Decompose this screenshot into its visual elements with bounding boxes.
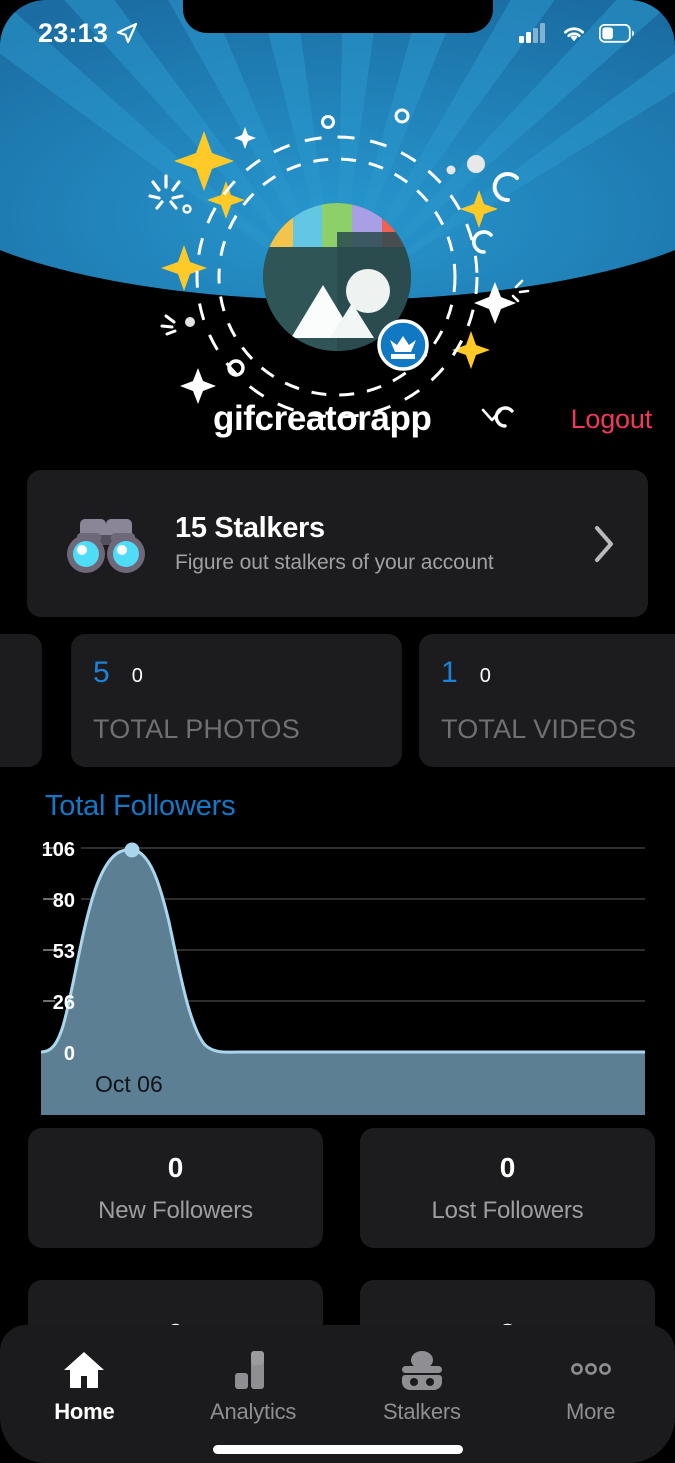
tab-more[interactable]: More (506, 1325, 675, 1463)
media-stats-carousel[interactable]: 5 0 TOTAL PHOTOS 1 0 TOTAL VIDEOS (0, 634, 675, 767)
tab-home[interactable]: Home (0, 1325, 169, 1463)
chart-ytick-3: 80 (53, 890, 75, 912)
tab-home-label: Home (54, 1399, 115, 1424)
media-stat-card-photos[interactable]: 5 0 TOTAL PHOTOS (71, 634, 402, 767)
chart-peak-marker (124, 842, 140, 858)
tab-analytics[interactable]: Analytics (169, 1325, 338, 1463)
spy-mask-icon (401, 1351, 442, 1390)
chart-xtick-0: Oct 06 (95, 1071, 163, 1097)
status-bar-time: 23:13 (38, 17, 109, 48)
wifi-icon (564, 27, 584, 42)
location-arrow-icon (116, 22, 138, 44)
account-header-row: gifcreatorapp Logout (0, 392, 675, 446)
device-notch (182, 0, 493, 33)
media-stat-card-previous[interactable] (0, 634, 42, 767)
binoculars-icon (67, 518, 145, 573)
lost-followers-label: Lost Followers (431, 1196, 584, 1224)
chart-ytick-0: 0 (64, 1043, 75, 1065)
stalkers-subtitle: Figure out stalkers of your account (175, 551, 494, 574)
phone-screen: 23:13 gifcreatorapp Logout 15 Stalkers F… (0, 0, 675, 1463)
bar-chart-icon (235, 1351, 265, 1389)
username-label[interactable]: gifcreatorapp (213, 399, 432, 439)
total-videos-label: TOTAL VIDEOS (441, 714, 637, 744)
chevron-down-icon[interactable] (477, 400, 507, 430)
lost-followers-card[interactable]: 0 Lost Followers (360, 1128, 655, 1248)
total-photos-label: TOTAL PHOTOS (93, 714, 300, 744)
crown-badge-icon (377, 319, 429, 371)
bottom-tab-bar: Home Analytics Stalkers More (0, 1325, 675, 1463)
home-icon (64, 1352, 105, 1388)
new-followers-card[interactable]: 0 New Followers (28, 1128, 323, 1248)
tab-stalkers[interactable]: Stalkers (338, 1325, 507, 1463)
tab-analytics-label: Analytics (210, 1399, 297, 1424)
total-videos-delta: 0 (479, 665, 491, 687)
followers-area-chart: 106 80 53 26 0 Oct 06 (40, 840, 645, 1115)
tab-more-label: More (565, 1399, 616, 1424)
ellipsis-icon (570, 1363, 611, 1375)
total-photos-delta: 0 (131, 665, 143, 687)
tab-stalkers-label: Stalkers (382, 1399, 461, 1424)
stalkers-count-title: 15 Stalkers (175, 512, 325, 544)
sunburst-background (0, 0, 675, 428)
total-videos-value: 1 (441, 656, 458, 689)
battery-icon (599, 23, 634, 43)
chart-ytick-1: 26 (53, 992, 75, 1014)
header-banner (0, 0, 675, 440)
lost-followers-value: 0 (499, 1151, 516, 1183)
main-content: 15 Stalkers Figure out stalkers of your … (0, 450, 675, 1463)
chart-title: Total Followers (45, 790, 236, 822)
stalkers-card[interactable]: 15 Stalkers Figure out stalkers of your … (27, 470, 648, 617)
new-followers-value: 0 (167, 1151, 184, 1183)
media-stat-card-videos[interactable]: 1 0 TOTAL VIDEOS (419, 634, 675, 767)
cellular-signal-icon (519, 23, 545, 43)
total-photos-value: 5 (93, 656, 110, 689)
chart-ytick-2: 53 (53, 941, 75, 963)
chevron-right-icon[interactable] (588, 522, 618, 566)
logout-button[interactable]: Logout (571, 404, 653, 435)
chart-ytick-4: 106 (42, 840, 75, 861)
home-indicator (212, 1445, 463, 1454)
new-followers-label: New Followers (98, 1196, 253, 1224)
